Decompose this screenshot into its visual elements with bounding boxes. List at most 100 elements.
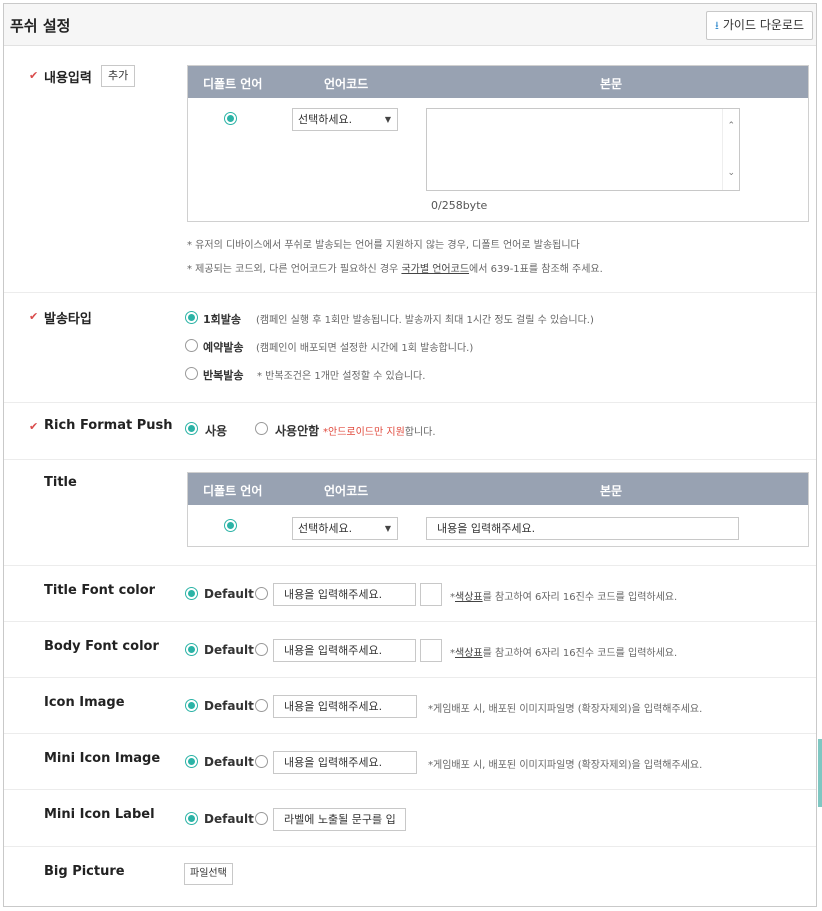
rich-format-label: Rich Format Push xyxy=(44,418,173,433)
android-note-suffix: 합니다. xyxy=(404,427,436,438)
rich-format-use-radio[interactable] xyxy=(185,422,198,435)
add-language-button[interactable]: 추가 xyxy=(101,65,136,87)
icon-image-note: *게임배포 시, 배포된 이미지파일명 (확장자제외)을 입력해주세요. xyxy=(428,704,703,715)
color-note-suffix: 를 참고하여 6자리 16진수 코드를 입력하세요. xyxy=(482,648,678,659)
body-font-color-input[interactable]: 내용을 입력해주세요. xyxy=(273,639,416,662)
body-font-color-swatch[interactable] xyxy=(420,639,442,662)
scroll-indicator[interactable] xyxy=(818,739,822,807)
body-font-color-default-radio[interactable] xyxy=(185,643,198,656)
mini-icon-image-default-radio[interactable] xyxy=(185,755,198,768)
mini-icon-image-default-label: Default xyxy=(204,755,254,769)
body-font-color-custom-radio[interactable] xyxy=(255,643,268,656)
mini-icon-image-input[interactable]: 내용을 입력해주세요. xyxy=(273,751,417,774)
mini-icon-label-label: Mini Icon Label xyxy=(44,807,155,822)
language-code-select-value: 선택하세요. xyxy=(298,113,353,126)
column-language-code: 언어코드 xyxy=(324,484,369,498)
send-repeat-desc: * 반복조건은 1개만 설정할 수 있습니다. xyxy=(257,371,426,382)
icon-image-input[interactable]: 내용을 입력해주세요. xyxy=(273,695,417,718)
title-font-color-default-radio[interactable] xyxy=(185,587,198,600)
rich-format-notuse-radio[interactable] xyxy=(255,422,268,435)
rich-format-row: ✔ Rich Format Push 사용 사용안함 *안드로이드만 지원합니다… xyxy=(4,403,816,460)
body-font-color-default-label: Default xyxy=(204,643,254,657)
mini-icon-image-custom-radio[interactable] xyxy=(255,755,268,768)
color-note-suffix: 를 참고하여 6자리 16진수 코드를 입력하세요. xyxy=(482,592,678,603)
mini-icon-label-default-radio[interactable] xyxy=(185,812,198,825)
mini-icon-label-row: Mini Icon Label Default 라벨에 노출될 문구를 입 xyxy=(4,790,816,847)
table-header: 디폴트 언어 언어코드 본문 xyxy=(188,473,808,505)
rich-format-notuse-label: 사용안함 xyxy=(275,424,320,438)
body-font-color-row: Body Font color Default 내용을 입력해주세요. *색상표… xyxy=(4,622,816,678)
icon-image-row: Icon Image Default 내용을 입력해주세요. *게임배포 시, … xyxy=(4,678,816,734)
title-font-color-row: Title Font color Default 내용을 입력해주세요. *색상… xyxy=(4,566,816,622)
big-picture-row: Big Picture 파일선택 xyxy=(4,847,816,907)
title-language-code-select-value: 선택하세요. xyxy=(298,522,353,535)
caret-down-icon: ▼ xyxy=(384,524,391,533)
body-font-color-label: Body Font color xyxy=(44,639,159,654)
title-label: Title xyxy=(44,475,77,490)
title-language-table: 디폴트 언어 언어코드 본문 선택하세요. ▼ 내용을 입력해주세요. xyxy=(187,472,809,547)
page-title: 푸쉬 설정 xyxy=(10,17,71,35)
android-note-highlight: 안드로이드만 지원 xyxy=(328,427,405,438)
title-default-language-radio[interactable] xyxy=(224,519,237,532)
column-body: 본문 xyxy=(600,484,623,498)
send-once-label: 1회발송 xyxy=(203,313,242,326)
chevron-down-icon[interactable]: ⌄ xyxy=(727,168,735,178)
language-code-select[interactable]: 선택하세요. ▼ xyxy=(292,108,398,131)
color-table-link[interactable]: 색상표 xyxy=(455,648,483,659)
mini-icon-image-note: *게임배포 시, 배포된 이미지파일명 (확장자제외)을 입력해주세요. xyxy=(428,760,703,771)
column-default-language: 디폴트 언어 xyxy=(203,484,263,498)
color-table-link[interactable]: 색상표 xyxy=(455,592,483,603)
title-font-color-swatch[interactable] xyxy=(420,583,442,606)
send-reserved-desc: (캠페인이 배포되면 설정한 시간에 1회 발송합니다.) xyxy=(256,343,474,354)
panel-header: 푸쉬 설정 ⭳ 가이드 다운로드 xyxy=(4,4,816,46)
mini-icon-image-label: Mini Icon Image xyxy=(44,751,161,766)
caret-down-icon: ▼ xyxy=(384,115,391,124)
mini-icon-label-custom-radio[interactable] xyxy=(255,812,268,825)
title-font-color-custom-radio[interactable] xyxy=(255,587,268,600)
rich-format-use-label: 사용 xyxy=(205,424,228,438)
title-font-color-input[interactable]: 내용을 입력해주세요. xyxy=(273,583,416,606)
send-repeat-radio[interactable] xyxy=(185,367,198,380)
title-font-color-default-label: Default xyxy=(204,587,254,601)
default-language-radio[interactable] xyxy=(224,112,237,125)
send-once-radio[interactable] xyxy=(185,311,198,324)
mini-icon-label-input[interactable]: 라벨에 노출될 문구를 입 xyxy=(273,808,406,831)
send-once-desc: (캠페인 실행 후 1회만 발송됩니다. 발송까지 최대 1시간 정도 걸릴 수… xyxy=(256,315,594,326)
icon-image-default-label: Default xyxy=(204,699,254,713)
chevron-up-icon[interactable]: ⌃ xyxy=(727,121,735,131)
download-icon: ⭳ xyxy=(715,19,719,32)
send-type-row: ✔ 발송타입 1회발송 (캠페인 실행 후 1회만 발송됩니다. 발송까지 최대… xyxy=(4,293,816,403)
language-code-note-suffix: 에서 639-1표를 참조해 주세요. xyxy=(469,264,603,275)
push-settings-panel: 푸쉬 설정 ⭳ 가이드 다운로드 ✔ 내용입력 추가 디폴트 언어 언어코드 본문… xyxy=(3,3,822,907)
content-language-table: 디폴트 언어 언어코드 본문 선택하세요. ▼ ⌃ ⌄ 0/258byte xyxy=(187,65,809,222)
byte-counter: 0/258byte xyxy=(431,199,488,212)
send-reserved-radio[interactable] xyxy=(185,339,198,352)
guide-download-label: 가이드 다운로드 xyxy=(722,18,804,32)
title-body-input[interactable]: 내용을 입력해주세요. xyxy=(426,517,739,540)
guide-download-button[interactable]: ⭳ 가이드 다운로드 xyxy=(706,11,813,40)
mini-icon-label-default-label: Default xyxy=(204,812,254,826)
default-language-note: * 유저의 디바이스에서 푸쉬로 발송되는 언어를 지원하지 않는 경우, 디폴… xyxy=(187,240,580,251)
mini-icon-image-row: Mini Icon Image Default 내용을 입력해주세요. *게임배… xyxy=(4,734,816,790)
required-check-icon: ✔ xyxy=(29,310,39,323)
android-only-note: *안드로이드만 지원합니다. xyxy=(323,423,436,438)
icon-image-custom-radio[interactable] xyxy=(255,699,268,712)
send-reserved-label: 예약발송 xyxy=(203,341,244,354)
icon-image-label: Icon Image xyxy=(44,695,125,710)
send-repeat-label: 반복발송 xyxy=(203,369,244,382)
required-check-icon: ✔ xyxy=(29,69,39,82)
content-input-label: 내용입력 xyxy=(44,71,92,86)
body-textarea[interactable]: ⌃ ⌄ xyxy=(426,108,740,191)
color-table-note: *색상표를 참고하여 6자리 16진수 코드를 입력하세요. xyxy=(450,644,677,659)
textarea-scrollbar[interactable]: ⌃ ⌄ xyxy=(722,109,739,190)
language-code-note-prefix: * 제공되는 코드외, 다른 언어코드가 필요하신 경우 xyxy=(187,264,402,275)
column-body: 본문 xyxy=(600,77,623,91)
title-language-code-select[interactable]: 선택하세요. ▼ xyxy=(292,517,398,540)
language-code-link[interactable]: 국가별 언어코드 xyxy=(401,264,469,275)
icon-image-default-radio[interactable] xyxy=(185,699,198,712)
column-language-code: 언어코드 xyxy=(324,77,369,91)
file-select-button[interactable]: 파일선택 xyxy=(184,863,233,885)
big-picture-label: Big Picture xyxy=(44,864,125,879)
required-check-icon: ✔ xyxy=(29,420,39,433)
color-table-note: *색상표를 참고하여 6자리 16진수 코드를 입력하세요. xyxy=(450,588,677,603)
